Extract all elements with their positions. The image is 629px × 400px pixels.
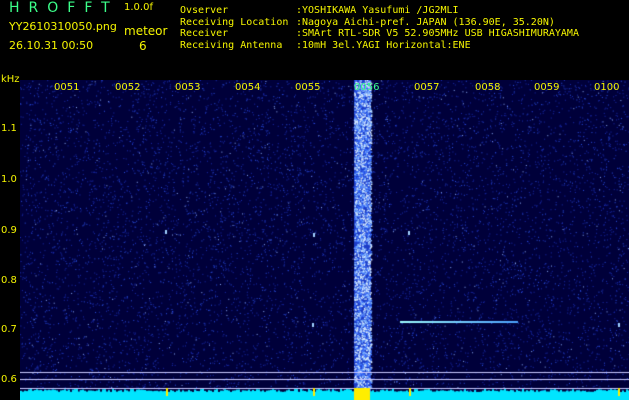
y-tick-label: 1.0	[1, 174, 17, 185]
station-info: Ovserver :YOSHIKAWA Yasufumi /JG2MLI Rec…	[180, 5, 579, 51]
info-row-observer: Ovserver :YOSHIKAWA Yasufumi /JG2MLI	[180, 5, 579, 17]
time-label: 0054	[235, 82, 261, 93]
info-value: :YOSHIKAWA Yasufumi /JG2MLI	[296, 5, 459, 16]
y-tick-label: 1.1	[1, 123, 17, 134]
info-value: :SMArt RTL-SDR V5 52.905MHz USB HIGASHIM…	[296, 28, 579, 40]
time-label: 0057	[414, 82, 440, 93]
info-row-antenna: Receiving Antenna :10mH 3el.YAGI Horizon…	[180, 40, 579, 52]
meteor-count: 6	[139, 39, 147, 53]
app-title: HROFFT	[9, 0, 119, 16]
spectrogram-canvas	[20, 80, 629, 400]
y-tick-label: 0.9	[1, 225, 17, 236]
meteor-label: meteor	[124, 24, 168, 38]
info-key: Ovserver	[180, 5, 229, 16]
time-label: 0051	[54, 82, 80, 93]
time-label-current: 0056	[354, 82, 380, 93]
info-value: :10mH 3el.YAGI Horizontal:ENE	[296, 39, 471, 51]
time-label: 0055	[295, 82, 321, 93]
time-label: 0052	[115, 82, 141, 93]
y-tick-label: 0.6	[1, 374, 17, 385]
time-label: 0058	[475, 82, 501, 93]
frequency-unit-label: kHz	[1, 74, 20, 85]
y-tick-label: 0.8	[1, 275, 17, 286]
app-version: 1.0.0f	[124, 2, 153, 13]
timestamp: 26.10.31 00:50	[9, 39, 94, 52]
info-row-location: Receiving Location :Nagoya Aichi-pref. J…	[180, 17, 579, 29]
file-name: YY2610310050.png	[9, 20, 117, 33]
info-value: :Nagoya Aichi-pref. JAPAN (136.90E, 35.2…	[296, 16, 555, 28]
time-label: 0059	[534, 82, 560, 93]
info-key: Receiver	[180, 28, 229, 40]
hrofft-window: HROFFT 1.0.0f YY2610310050.png 26.10.31 …	[0, 0, 629, 400]
time-label: 0053	[175, 82, 201, 93]
info-key: Receiving Antenna	[180, 39, 283, 51]
time-label: 0100	[594, 82, 620, 93]
info-key: Receiving Location	[180, 16, 289, 28]
y-tick-label: 0.7	[1, 324, 17, 335]
info-row-receiver: Receiver :SMArt RTL-SDR V5 52.905MHz USB…	[180, 28, 579, 40]
